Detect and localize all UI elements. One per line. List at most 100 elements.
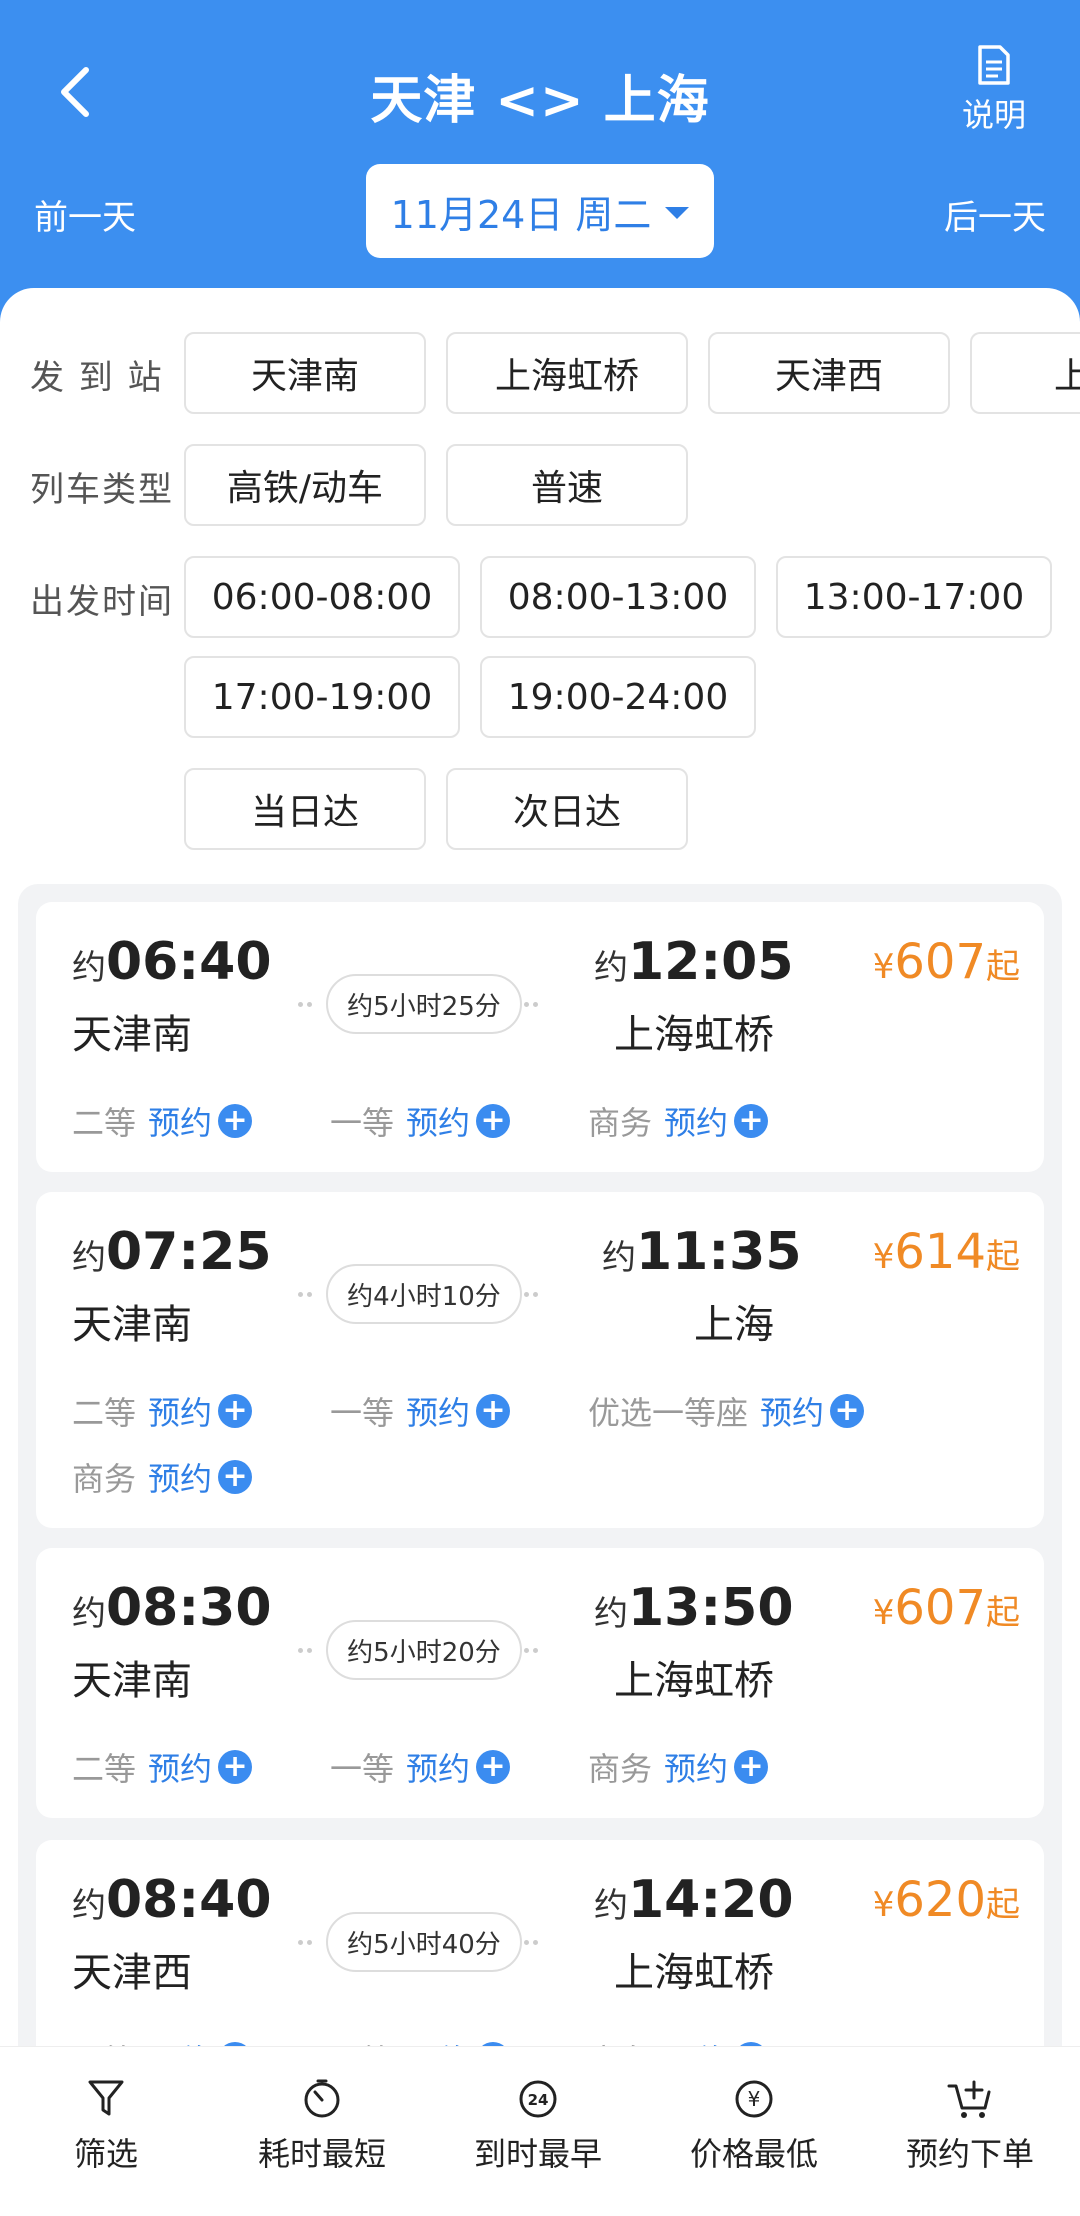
arrival-day-chip[interactable]: 次日达 [446,768,688,850]
plus-icon: + [734,1104,769,1138]
plus-icon: + [476,1750,511,1784]
seat-option[interactable]: 二等预约+ [72,1098,253,1144]
departure-station: 天津南 [72,1658,192,1704]
caret-down-icon [665,207,690,219]
timer-icon [304,2079,340,2118]
route-dots [524,1648,550,1654]
filter-icon [88,2080,124,2116]
time-range-chip[interactable]: 17:00-19:00 [184,656,460,738]
time-range-chip[interactable]: 06:00-08:00 [184,556,460,638]
explain-button[interactable]: 说明 [954,44,1034,136]
duration-badge: 约4小时10分 [326,1264,522,1324]
train-type-chip[interactable]: 普速 [446,444,688,526]
seat-option[interactable]: 一等预约+ [330,1744,511,1790]
route-dots [298,1292,324,1298]
train-type-chip[interactable]: 高铁/动车 [184,444,426,526]
duration-badge: 约5小时20分 [326,1620,522,1680]
seat-option[interactable]: 一等预约+ [330,1388,511,1434]
arrival-station: 上海 [694,1302,774,1348]
arrival-time: 约11:35 [602,1222,802,1282]
train-card[interactable]: 约08:30 天津南 约5小时20分 约13:50 上海虹桥 ¥607起 二等预… [36,1548,1044,1818]
time-range-chip[interactable]: 08:00-13:00 [480,556,756,638]
seat-option[interactable]: 一等预约+ [330,1098,511,1144]
arrival-station: 上海虹桥 [614,1012,774,1058]
tab-label: 价格最低 [689,2135,818,2173]
route-dots [298,1648,324,1654]
route-dots [524,1292,550,1298]
next-day-button[interactable]: 后一天 [944,190,1046,239]
plus-icon: + [830,1394,865,1428]
arrival-station: 上海虹桥 [614,1658,774,1704]
tab-label: 到时最早 [473,2135,602,2173]
arrival-day-chip[interactable]: 当日达 [184,768,426,850]
seat-option[interactable]: 二等预约+ [72,1388,253,1434]
station-chip[interactable]: 天津南 [184,332,426,414]
date-label: 11月24日 周二 [390,192,652,237]
price: ¥620起 [872,1872,1020,1928]
plus-icon: + [476,1394,511,1428]
plus-icon: + [476,1104,511,1138]
time-range-chip[interactable]: 13:00-17:00 [776,556,1052,638]
page-title: 天津 <> 上海 [370,71,710,131]
plus-icon: + [218,1104,253,1138]
station-chip[interactable]: 天津西 [708,332,950,414]
seat-option[interactable]: 商务预约+ [588,1744,769,1790]
date-selector[interactable]: 11月24日 周二 [366,164,714,258]
explain-label: 说明 [961,96,1026,134]
departure-station: 天津南 [72,1012,192,1058]
depart-time-label: 出发时间 [30,582,174,622]
tab-label: 筛选 [73,2135,138,2173]
seat-option[interactable]: 商务预约+ [72,1454,253,1500]
document-icon [978,45,1010,85]
tab-label: 耗时最短 [257,2135,386,2173]
departure-time: 约07:25 [72,1222,272,1282]
tab-book-order[interactable]: 预约下单 [870,2077,1070,2175]
price: ¥614起 [872,1224,1020,1280]
tab-earliest[interactable]: 24 到时最早 [438,2077,638,2175]
plus-icon: + [218,1394,253,1428]
header: 天津 <> 上海 说明 前一天 11月24日 周二 后一天 [0,0,1080,300]
yen-coin-icon: ¥ [735,2080,773,2118]
departure-station: 天津西 [72,1950,192,1996]
route-dots [524,1940,550,1946]
bottom-toolbar: 筛选 耗时最短 24 到时最早 ¥ 价格最低 预约下单 [0,2046,1080,2216]
seat-option[interactable]: 优选一等座 预约 + [588,1388,865,1434]
content-sheet: 发 到 站 天津南 上海虹桥 天津西 上 列车类型 高铁/动车 普速 出发时间 … [0,288,1080,2216]
plus-icon: + [218,1750,253,1784]
route-dots [524,1002,550,1008]
arrival-time: 约14:20 [594,1870,794,1930]
cart-add-icon [947,2080,991,2118]
departure-time: 约08:30 [72,1578,272,1638]
duration-badge: 约5小时40分 [326,1912,522,1972]
station-chip[interactable]: 上 [970,332,1080,414]
tab-shortest[interactable]: 耗时最短 [222,2077,422,2175]
tab-filter[interactable]: 筛选 [6,2077,206,2175]
clock-24-icon: 24 [519,2080,557,2118]
route-dots [298,1002,324,1008]
departure-time: 约08:40 [72,1870,272,1930]
station-filter-label: 发 到 站 [30,358,164,398]
arrival-time: 约12:05 [594,932,794,992]
seat-option[interactable]: 商务预约+ [588,1098,769,1144]
plus-icon: + [218,1460,253,1494]
arrival-station: 上海虹桥 [614,1950,774,1996]
station-chip[interactable]: 上海虹桥 [446,332,688,414]
train-card[interactable]: 约07:25 天津南 约4小时10分 约11:35 上海 ¥614起 二等 预约 +… [36,1192,1044,1528]
svg-text:¥: ¥ [748,2087,761,2111]
price: ¥607起 [872,1580,1020,1636]
train-type-label: 列车类型 [30,470,174,510]
arrival-time: 约13:50 [594,1578,794,1638]
departure-time: 约06:40 [72,932,272,992]
train-card[interactable]: 约06:40 天津南 约5小时25分 约12:05 上海虹桥 ¥607起 二等预… [36,902,1044,1172]
prev-day-button[interactable]: 前一天 [34,190,136,239]
time-range-chip[interactable]: 19:00-24:00 [480,656,756,738]
tab-lowest-price[interactable]: ¥ 价格最低 [654,2077,854,2175]
departure-station: 天津南 [72,1302,192,1348]
price: ¥607起 [872,934,1020,990]
plus-icon: + [734,1750,769,1784]
tab-label: 预约下单 [905,2135,1034,2173]
duration-badge: 约5小时25分 [326,974,522,1034]
seat-option[interactable]: 二等预约+ [72,1744,253,1790]
route-dots [298,1940,324,1946]
svg-text:24: 24 [528,2091,549,2109]
